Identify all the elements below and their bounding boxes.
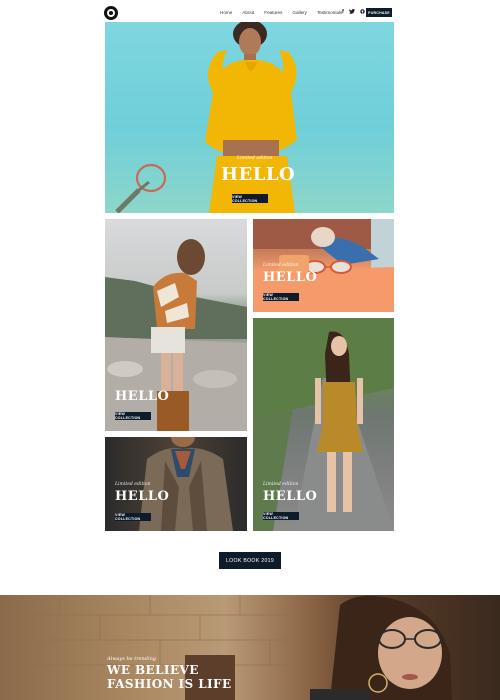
hero-eyebrow: Limited edition <box>237 156 273 161</box>
collection-tile-sunglasses: Limited edition HELLO VIEW COLLECTION <box>253 219 394 312</box>
collection-tile-summer: Limited edition HELLO VIEW COLLECTION <box>253 318 394 531</box>
nav-testimonials[interactable]: Testimonials <box>317 10 342 15</box>
tile-title: HELLO <box>115 389 170 404</box>
banner-title: WE BELIEVE FASHION IS LIFE <box>107 663 232 691</box>
collection-tile-autumn: HELLO VIEW COLLECTION <box>105 219 247 431</box>
tile-eyebrow: Limited edition <box>263 482 299 487</box>
tile-title: HELLO <box>115 489 170 504</box>
tile-view-collection-button[interactable]: VIEW COLLECTION <box>263 293 299 301</box>
nav-about[interactable]: About <box>242 10 254 15</box>
fashion-banner: Always be trending WE BELIEVE FASHION IS… <box>0 595 500 700</box>
banner-photo <box>0 595 452 700</box>
lookbook-button[interactable]: LOOK BOOK 2019 <box>219 552 281 569</box>
main-nav: Home About Features Gallery Testimonials <box>220 10 342 15</box>
banner-eyebrow: Always be trending <box>107 656 156 662</box>
purchase-button[interactable]: PURCHASE <box>366 8 392 17</box>
nav-home[interactable]: Home <box>220 10 232 15</box>
twitter-icon[interactable] <box>348 9 355 16</box>
facebook-icon[interactable]: f <box>342 9 344 16</box>
nav-gallery[interactable]: Gallery <box>292 10 307 15</box>
tile-view-collection-button[interactable]: VIEW COLLECTION <box>115 412 151 420</box>
brand-logo[interactable] <box>104 6 118 20</box>
collection-tile-menswear: Limited edition HELLO VIEW COLLECTION <box>105 437 247 531</box>
tile-eyebrow: Limited edition <box>115 482 151 487</box>
tile-title: HELLO <box>263 489 318 504</box>
hero-banner: Limited edition HELLO VIEW COLLECTION <box>105 22 394 213</box>
pinterest-icon[interactable] <box>360 9 365 16</box>
tile-title: HELLO <box>263 270 318 285</box>
hero-title: HELLO <box>221 164 296 185</box>
nav-features[interactable]: Features <box>264 10 282 15</box>
banner-title-line-1: WE BELIEVE <box>107 663 199 677</box>
hero-view-collection-button[interactable]: VIEW COLLECTION <box>232 194 268 203</box>
tile-eyebrow: Limited edition <box>263 263 299 268</box>
social-links: f <box>342 9 365 16</box>
banner-title-line-2: FASHION IS LIFE <box>107 677 232 691</box>
site-header: Home About Features Gallery Testimonials… <box>104 6 394 20</box>
tile-view-collection-button[interactable]: VIEW COLLECTION <box>263 512 299 520</box>
tile-view-collection-button[interactable]: VIEW COLLECTION <box>115 513 151 521</box>
